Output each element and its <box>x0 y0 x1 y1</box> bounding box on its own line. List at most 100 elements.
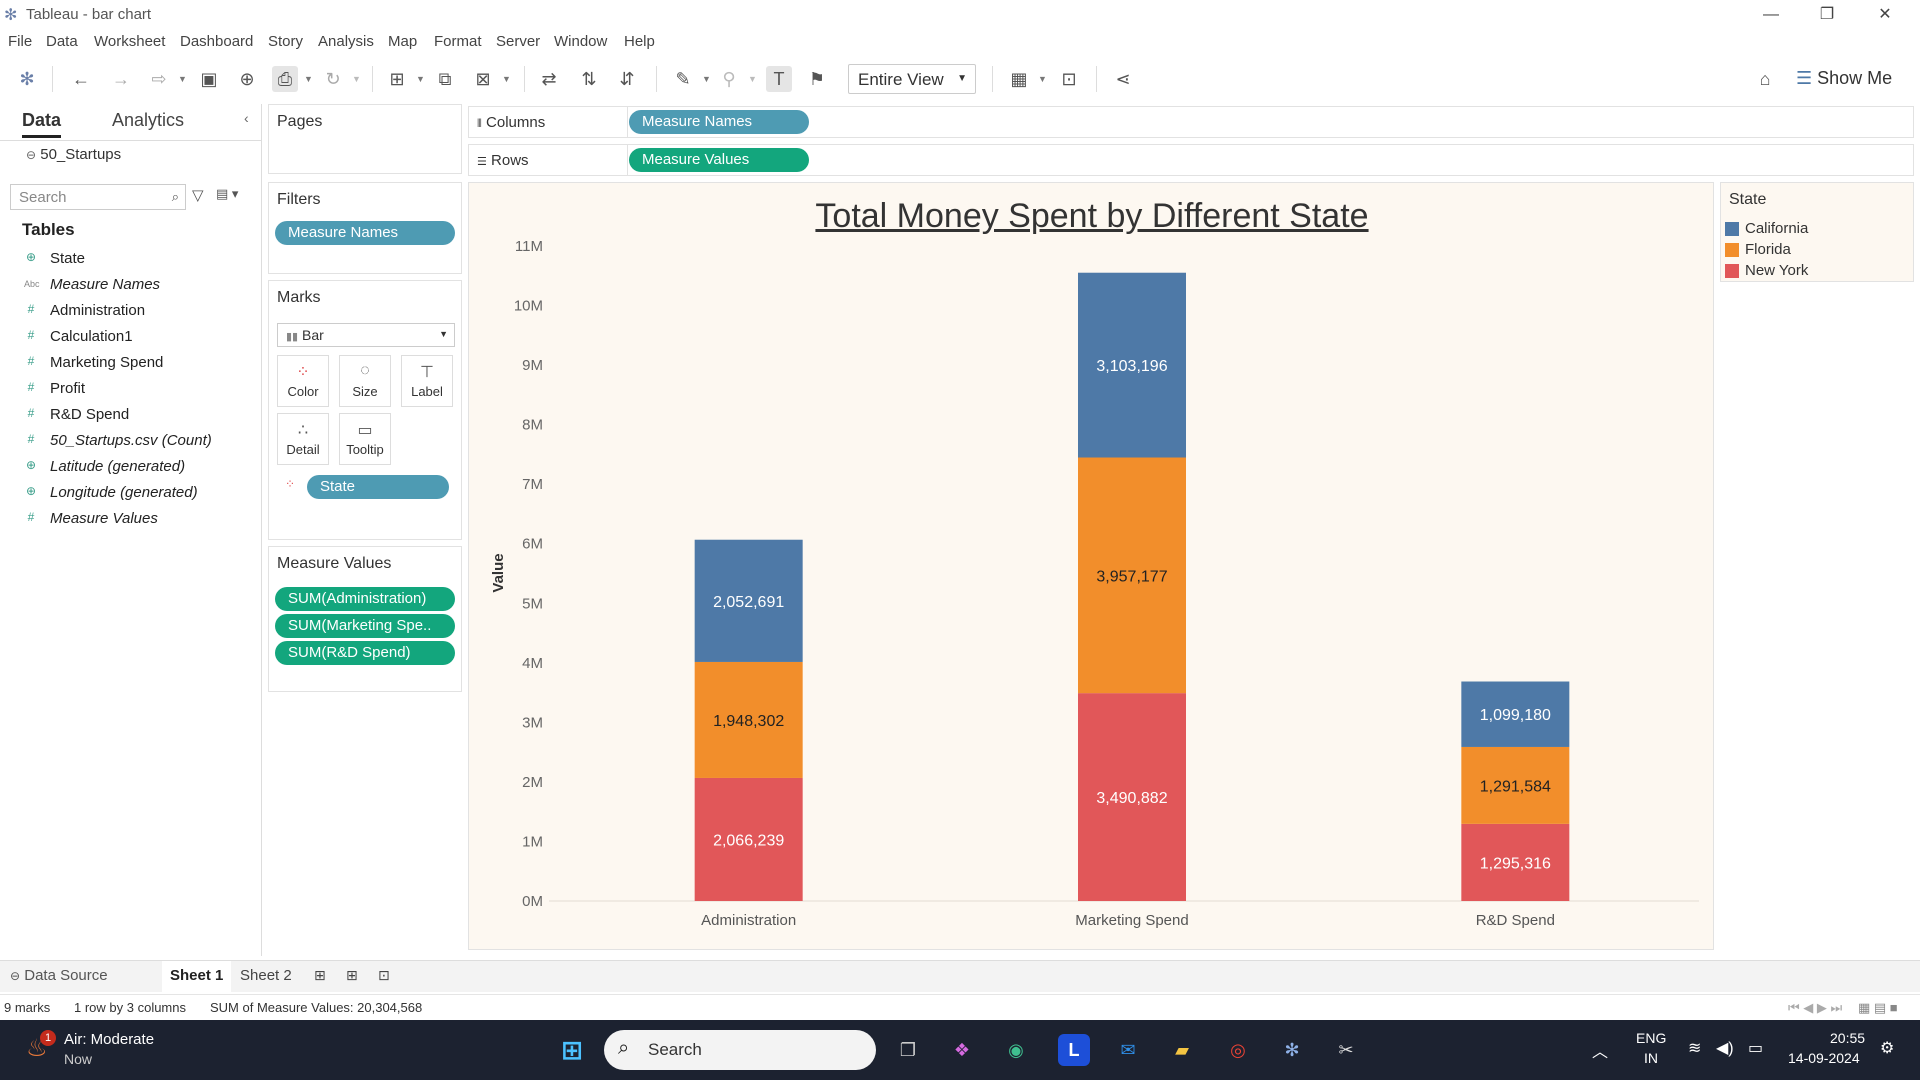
menu-file[interactable]: File <box>8 33 32 50</box>
snipping-tool-icon[interactable]: ✂ <box>1330 1034 1362 1066</box>
file-explorer-icon[interactable]: ▰ <box>1166 1034 1198 1066</box>
legend-item-california[interactable]: California <box>1725 219 1905 239</box>
pin-icon[interactable]: ⌂ <box>1752 66 1778 92</box>
share-icon[interactable]: ⋖ <box>1110 66 1136 92</box>
chevron-down-icon[interactable]: ▼ <box>304 66 313 92</box>
mark-type-select[interactable]: ▮▮ Bar ▼ <box>277 323 455 347</box>
legend-item-florida[interactable]: Florida <box>1725 240 1905 260</box>
tab-analytics[interactable]: Analytics <box>112 110 184 131</box>
replace-data-icon[interactable]: ⇨ <box>146 66 172 92</box>
datasource-item[interactable]: ⊖ 50_Startups <box>26 146 121 163</box>
measure-pill-rnd[interactable]: SUM(R&D Spend) <box>275 641 455 665</box>
refresh-icon[interactable]: ↻ <box>320 66 346 92</box>
field-item[interactable]: Abc Measure Names <box>0 272 260 298</box>
filters-card[interactable]: Filters Measure Names <box>268 182 462 274</box>
menu-format[interactable]: Format <box>434 33 482 50</box>
battery-icon[interactable]: ▭ <box>1748 1038 1763 1058</box>
redo-icon[interactable]: → <box>108 66 134 92</box>
presentation-mode-icon[interactable]: ⊡ <box>1056 66 1082 92</box>
field-item[interactable]: # Profit <box>0 376 260 402</box>
sort-ascending-icon[interactable]: ⇅ <box>576 66 602 92</box>
chevron-down-icon[interactable]: ▼ <box>702 66 711 92</box>
fix-axes-icon[interactable]: ⚑ <box>804 66 830 92</box>
tooltip-button[interactable]: ▭ Tooltip <box>339 413 391 465</box>
new-worksheet-icon[interactable]: ⊞ <box>384 66 410 92</box>
field-search-input[interactable]: Search ⌕ <box>10 184 186 210</box>
field-item[interactable]: # R&D Spend <box>0 402 260 428</box>
tab-data[interactable]: Data <box>22 110 62 138</box>
menu-data[interactable]: Data <box>46 33 78 50</box>
detail-button[interactable]: ∴ Detail <box>277 413 329 465</box>
sheet-nav-icon[interactable]: ⏮ ◀ ▶ ⏭ <box>1788 1000 1842 1016</box>
chevron-up-icon[interactable]: ︿ <box>1592 1038 1608 1062</box>
chevron-down-icon[interactable]: ▼ <box>502 66 511 92</box>
data-source-tab[interactable]: ⊖ Data Source <box>10 967 108 984</box>
new-dashboard-icon[interactable]: ⊞ <box>346 967 358 984</box>
language-indicator[interactable]: ENG <box>1636 1030 1666 1046</box>
duplicate-sheet-icon[interactable]: ⧉ <box>432 66 458 92</box>
region-indicator[interactable]: IN <box>1644 1050 1658 1066</box>
menu-dashboard[interactable]: Dashboard <box>180 33 253 50</box>
color-button[interactable]: ⁘ Color <box>277 355 329 407</box>
chrome-icon[interactable]: ◎ <box>1222 1034 1254 1066</box>
show-cards-icon[interactable]: ▦ <box>1006 66 1032 92</box>
maximize-button[interactable]: ❐ <box>1804 2 1850 28</box>
menu-help[interactable]: Help <box>624 33 655 50</box>
wifi-icon[interactable]: ≋ <box>1688 1038 1701 1058</box>
field-item[interactable]: #50_Startups.csv (Count) <box>0 428 260 454</box>
show-mark-labels-icon[interactable]: T <box>766 66 792 92</box>
columns-pill-measure-names[interactable]: Measure Names <box>629 110 809 134</box>
marks-pill-state[interactable]: State <box>307 475 449 499</box>
measure-pill-marketing[interactable]: SUM(Marketing Spe.. <box>275 614 455 638</box>
minimize-button[interactable]: — <box>1748 2 1794 28</box>
sort-descending-icon[interactable]: ⇵ <box>614 66 640 92</box>
edge-icon[interactable]: ◉ <box>1000 1034 1032 1066</box>
show-me-button[interactable]: ☰ Show Me <box>1796 68 1892 89</box>
menu-window[interactable]: Window <box>554 33 607 50</box>
view-options-icon[interactable]: ▤ ▾ <box>216 186 238 202</box>
field-item[interactable]: # Administration <box>0 298 260 324</box>
app-l-icon[interactable]: L <box>1058 1034 1090 1066</box>
menu-worksheet[interactable]: Worksheet <box>94 33 165 50</box>
filter-icon[interactable]: ▽ <box>192 186 204 204</box>
chevron-down-icon[interactable]: ▼ <box>416 66 425 92</box>
field-item[interactable]: # Measure Values <box>0 506 260 532</box>
field-item[interactable]: # Calculation1 <box>0 324 260 350</box>
sheet-tab-2[interactable]: Sheet 2 <box>240 967 292 984</box>
legend-item-new-york[interactable]: New York <box>1725 261 1905 281</box>
field-item[interactable]: # Marketing Spend <box>0 350 260 376</box>
field-item[interactable]: ⊕ Longitude (generated) <box>0 480 260 506</box>
copilot-icon[interactable]: ❖ <box>946 1034 978 1066</box>
menu-story[interactable]: Story <box>268 33 303 50</box>
menu-server[interactable]: Server <box>496 33 540 50</box>
new-worksheet-icon[interactable]: ⊞ <box>314 967 326 984</box>
highlight-icon[interactable]: ✎ <box>670 66 696 92</box>
chevron-down-icon[interactable]: ▼ <box>748 66 757 92</box>
undo-icon[interactable]: ← <box>68 66 94 92</box>
windows-start-icon[interactable]: ⊞ <box>556 1034 588 1066</box>
group-members-icon[interactable]: ⚲ <box>716 66 742 92</box>
rows-pill-measure-values[interactable]: Measure Values <box>629 148 809 172</box>
fit-view-select[interactable]: Entire View ▼ <box>848 64 976 94</box>
tableau-taskbar-icon[interactable]: ✻ <box>1276 1034 1308 1066</box>
swap-axes-icon[interactable]: ⇄ <box>536 66 562 92</box>
clear-sheet-icon[interactable]: ⊠ <box>470 66 496 92</box>
menu-map[interactable]: Map <box>388 33 417 50</box>
field-item[interactable]: ⊕ Latitude (generated) <box>0 454 260 480</box>
menu-analysis[interactable]: Analysis <box>318 33 374 50</box>
chevron-down-icon[interactable]: ▼ <box>178 66 187 92</box>
volume-icon[interactable]: ◀) <box>1716 1038 1734 1058</box>
chevron-down-icon[interactable]: ▼ <box>352 66 361 92</box>
close-button[interactable]: ✕ <box>1862 2 1908 28</box>
filter-pill-measure-names[interactable]: Measure Names <box>275 221 455 245</box>
chevron-down-icon[interactable]: ▼ <box>1038 66 1047 92</box>
pages-card[interactable]: Pages <box>268 104 462 174</box>
label-button[interactable]: ⊤ Label <box>401 355 453 407</box>
clock-time[interactable]: 20:55 <box>1830 1030 1865 1046</box>
notification-icon[interactable]: ⚙ <box>1880 1038 1894 1058</box>
columns-shelf[interactable]: ⦀ Columns Measure Names <box>468 106 1914 138</box>
rows-shelf[interactable]: ☰ Rows Measure Values <box>468 144 1914 176</box>
clock-date[interactable]: 14-09-2024 <box>1788 1050 1860 1066</box>
mail-icon[interactable]: ✉ <box>1112 1034 1144 1066</box>
tableau-home-icon[interactable]: ✻ <box>14 66 40 92</box>
